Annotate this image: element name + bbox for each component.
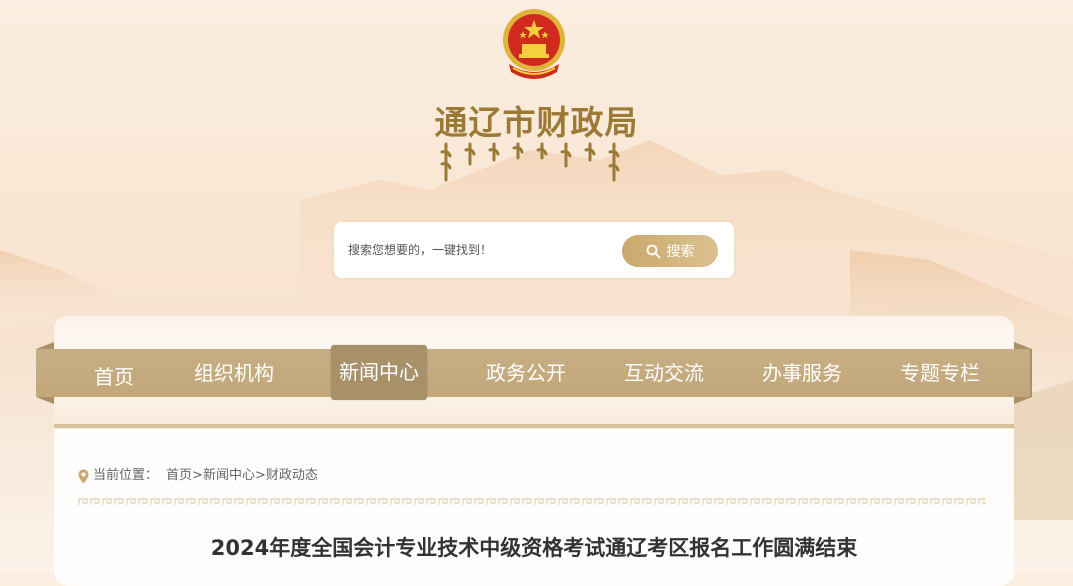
main-nav: 首页 组织机构 新闻中心 政务公开 互动交流 办事服务 专题专栏 xyxy=(36,345,1030,400)
nav-item-government-affairs[interactable]: 政务公开 xyxy=(476,349,576,397)
search-box: 搜索 xyxy=(334,222,734,278)
national-emblem-icon xyxy=(503,9,565,79)
article-title: 2024年度全国会计专业技术中级资格考试通辽考区报名工作圆满结束 xyxy=(210,536,858,560)
location-pin-icon xyxy=(78,469,89,483)
search-icon xyxy=(646,244,660,258)
breadcrumb-news[interactable]: 新闻中心 xyxy=(203,466,255,486)
search-input[interactable] xyxy=(348,240,618,260)
mongolian-script-title xyxy=(440,142,620,182)
nav-item-news[interactable]: 新闻中心 xyxy=(331,345,427,400)
nav-item-interaction[interactable]: 互动交流 xyxy=(614,349,714,397)
search-button[interactable]: 搜索 xyxy=(622,235,718,267)
breadcrumb-prefix: 当前位置： xyxy=(93,468,159,483)
nav-item-topics[interactable]: 专题专栏 xyxy=(890,349,990,397)
panel-top xyxy=(54,316,1014,349)
breadcrumb-finance-news[interactable]: 财政动态 xyxy=(266,466,318,486)
breadcrumb-home[interactable]: 首页 xyxy=(166,466,192,486)
gold-divider xyxy=(54,424,1014,428)
breadcrumb-separator: > xyxy=(254,468,266,483)
breadcrumb: 当前位置： 首页 > 新闻中心 > 财政动态 xyxy=(78,466,318,486)
nav-item-organization[interactable]: 组织机构 xyxy=(184,349,284,397)
nav-item-services[interactable]: 办事服务 xyxy=(752,349,852,397)
decorative-fret-border xyxy=(78,497,986,507)
breadcrumb-separator: > xyxy=(192,468,203,483)
site-title: 通辽市财政局 xyxy=(434,103,639,142)
search-button-label: 搜索 xyxy=(666,244,695,260)
nav-item-home[interactable]: 首页 xyxy=(74,353,154,401)
